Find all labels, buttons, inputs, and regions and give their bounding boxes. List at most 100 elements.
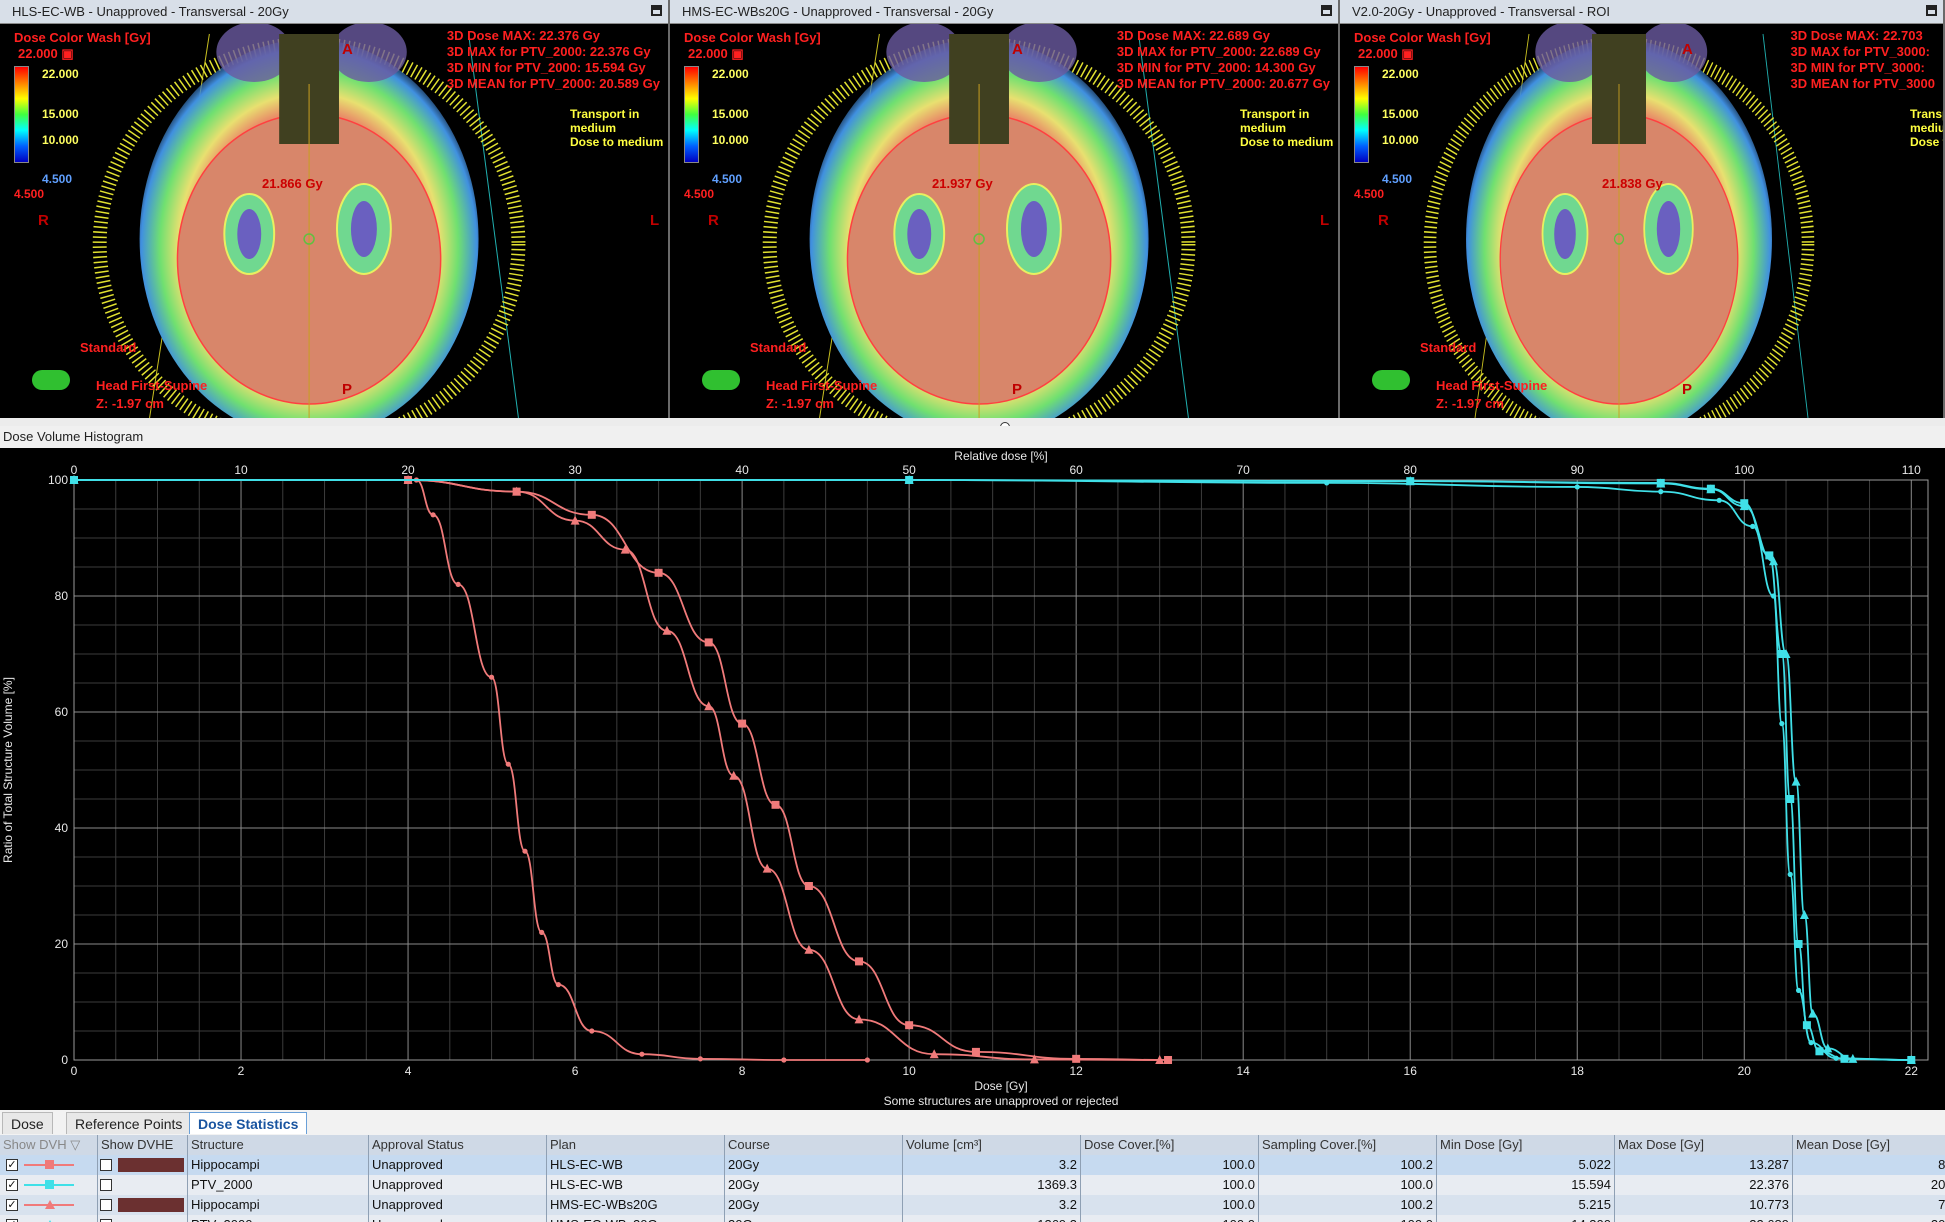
orient-anterior: A xyxy=(1682,41,1693,58)
maximize-icon[interactable] xyxy=(1926,5,1937,16)
course-cell: 20Gy xyxy=(725,1195,903,1215)
color-bar[interactable] xyxy=(14,66,29,163)
table-row[interactable]: ✓ Hippocampi Unapproved HLS-EC-WB 20Gy 3… xyxy=(0,1155,1945,1175)
show-dvhe-checkbox[interactable] xyxy=(100,1159,112,1171)
data-point xyxy=(654,568,663,577)
col-sampling-cover[interactable]: Sampling Cover.[%] xyxy=(1259,1135,1437,1155)
col-mean-dose[interactable]: Mean Dose [Gy] xyxy=(1793,1135,1945,1155)
bar-min[interactable]: 4.500 xyxy=(1382,172,1412,186)
data-point xyxy=(639,1051,645,1057)
sampling-cover-cell: 100.0 xyxy=(1259,1215,1437,1222)
top-tick-label: 60 xyxy=(1069,463,1083,477)
show-dvh-cell: ✓ xyxy=(0,1175,98,1195)
col-approval[interactable]: Approval Status xyxy=(369,1135,547,1155)
data-point xyxy=(1795,987,1802,994)
z-position: Z: -1.97 cm xyxy=(96,396,164,411)
show-dvhe-checkbox[interactable] xyxy=(100,1199,112,1211)
stats-line: 3D MIN for PTV_2000: 15.594 Gy xyxy=(446,60,646,75)
image-viewer[interactable]: HLS-EC-WB - Unapproved - Transversal - 2… xyxy=(0,0,670,418)
show-dvh-checkbox[interactable]: ✓ xyxy=(6,1179,18,1191)
status-cell: Unapproved xyxy=(369,1155,547,1175)
data-point xyxy=(905,1021,914,1030)
bar-max: 22.000 xyxy=(42,67,79,81)
x-tick-label: 4 xyxy=(405,1064,412,1078)
orient-posterior: P xyxy=(1012,381,1023,398)
data-point xyxy=(555,982,561,988)
x-tick-label: 16 xyxy=(1404,1064,1418,1078)
data-point xyxy=(1716,497,1722,503)
col-volume[interactable]: Volume [cm³] xyxy=(903,1135,1081,1155)
maximize-icon[interactable] xyxy=(651,5,662,16)
dose-wash-label: Dose Color Wash [Gy] xyxy=(684,30,821,45)
point-dose: 21.838 Gy xyxy=(1602,176,1663,191)
table-row[interactable]: ✓ PTV_2000 Unapproved HMS-EC-WBs20G 20Gy… xyxy=(0,1215,1945,1222)
transport-line: medium xyxy=(570,121,617,135)
table-row[interactable]: ✓ PTV_2000 Unapproved HLS-EC-WB 20Gy 136… xyxy=(0,1175,1945,1195)
top-tick-label: 50 xyxy=(902,463,916,477)
col-show-dvhe[interactable]: Show DVHE xyxy=(98,1135,188,1155)
col-plan[interactable]: Plan xyxy=(547,1135,725,1155)
tab-dose-statistics[interactable]: Dose Statistics xyxy=(189,1112,308,1134)
col-min-dose[interactable]: Min Dose [Gy] xyxy=(1437,1135,1615,1155)
z-position: Z: -1.97 cm xyxy=(1436,396,1504,411)
image-viewer[interactable]: V2.0-20Gy - Unapproved - Transversal - R… xyxy=(1340,0,1945,418)
z-position: Z: -1.97 cm xyxy=(766,396,834,411)
lock-icon: ▣ xyxy=(1401,46,1414,61)
y-tick-label: 100 xyxy=(48,473,68,487)
image-viewer[interactable]: HMS-EC-WBs20G - Unapproved - Transversal… xyxy=(670,0,1340,418)
bar-max: 22.000 xyxy=(712,67,749,81)
volume-cell: 1369.3 xyxy=(903,1215,1081,1222)
filter-icon[interactable]: ▽ xyxy=(70,1137,80,1152)
splitter[interactable] xyxy=(0,418,1945,426)
col-course[interactable]: Course xyxy=(725,1135,903,1155)
col-max-dose[interactable]: Max Dose [Gy] xyxy=(1615,1135,1793,1155)
dvhe-thumbnail xyxy=(118,1158,184,1172)
sampling-cover-cell: 100.0 xyxy=(1259,1175,1437,1195)
x-tick-label: 6 xyxy=(572,1064,579,1078)
show-dvh-cell: ✓ xyxy=(0,1195,98,1215)
orient-anterior: A xyxy=(1012,41,1023,58)
mean-dose-cell: 20. xyxy=(1793,1175,1945,1195)
dvh-plot[interactable]: 0 2 4 6 8 10 12 14 16 18 20 220204060801000 10 20 30 40… xyxy=(0,448,1945,1110)
data-point xyxy=(1779,721,1785,727)
x-tick-label: 8 xyxy=(739,1064,746,1078)
top-tick-label: 100 xyxy=(1734,463,1754,477)
col-show-dvh[interactable]: Show DVH ▽ xyxy=(0,1135,98,1155)
volume-cell: 3.2 xyxy=(903,1155,1081,1175)
stats-line: 3D Dose MAX: 22.376 Gy xyxy=(446,28,601,43)
maximize-icon[interactable] xyxy=(1321,5,1332,16)
tab-dose[interactable]: Dose xyxy=(2,1112,53,1134)
dvh-chart[interactable]: 0 2 4 6 8 10 12 14 16 18 20 22 0 20 40 60 80 100 0 10 20 30 40… xyxy=(0,448,1945,1110)
top-axis-label: Relative dose [%] xyxy=(954,449,1047,463)
x-tick-label: 14 xyxy=(1237,1064,1251,1078)
y-tick-label: 60 xyxy=(55,705,69,719)
tab-reference-points[interactable]: Reference Points xyxy=(66,1112,192,1134)
color-bar[interactable] xyxy=(684,66,699,163)
data-point xyxy=(505,761,511,767)
bar-min[interactable]: 4.500 xyxy=(712,172,742,186)
transport-line: Dose t xyxy=(1910,135,1945,149)
standard-label: Standard xyxy=(750,340,807,355)
data-point xyxy=(771,800,780,809)
col-structure[interactable]: Structure xyxy=(188,1135,369,1155)
structure-cell: PTV_2000 xyxy=(188,1175,369,1195)
color-bar[interactable] xyxy=(1354,66,1369,163)
show-dvh-checkbox[interactable]: ✓ xyxy=(6,1199,18,1211)
top-tick-label: 90 xyxy=(1571,463,1585,477)
mean-dose-cell: 20. xyxy=(1793,1215,1945,1222)
orient-posterior: P xyxy=(1682,381,1693,398)
table-row[interactable]: ✓ Hippocampi Unapproved HMS-EC-WBs20G 20… xyxy=(0,1195,1945,1215)
bar-max: 22.000 xyxy=(1382,67,1419,81)
bar-min[interactable]: 4.500 xyxy=(42,172,72,186)
orient-right: R xyxy=(38,212,49,229)
bar-mid2: 10.000 xyxy=(1382,133,1419,147)
stats-line: 3D Dose MAX: 22.689 Gy xyxy=(1116,28,1271,43)
dvhe-thumbnail xyxy=(118,1198,184,1212)
transport-line: Transport in xyxy=(1240,107,1310,121)
data-point xyxy=(455,581,461,587)
data-point xyxy=(971,1047,980,1056)
col-dose-cover[interactable]: Dose Cover.[%] xyxy=(1081,1135,1259,1155)
x-axis-label: Dose [Gy] xyxy=(974,1079,1027,1093)
show-dvh-checkbox[interactable]: ✓ xyxy=(6,1159,18,1171)
show-dvhe-checkbox[interactable] xyxy=(100,1179,112,1191)
